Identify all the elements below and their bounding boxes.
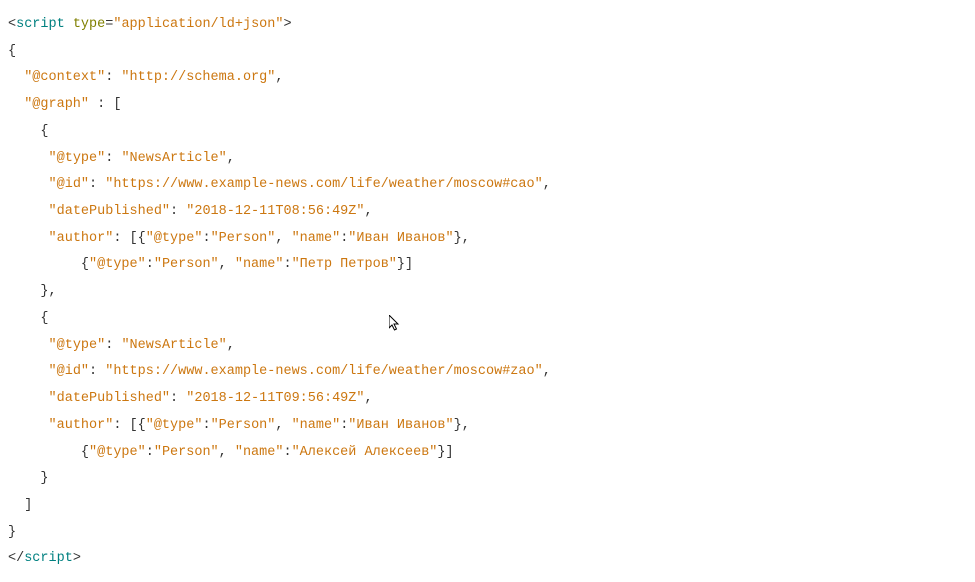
code-line: "@id": "https://www.example-news.com/lif… [8, 177, 551, 192]
code-line: { [8, 124, 49, 139]
code-line: <script type="application/ld+json"> [8, 17, 292, 32]
code-line: "@context": "http://schema.org", [8, 70, 283, 85]
code-line: </script> [8, 551, 81, 566]
code-block: <script type="application/ld+json"> { "@… [8, 12, 967, 573]
code-line: } [8, 525, 16, 540]
code-line: "@type": "NewsArticle", [8, 338, 235, 353]
code-line: "datePublished": "2018-12-11T08:56:49Z", [8, 204, 373, 219]
code-line: "@graph" : [ [8, 97, 121, 112]
code-line: { [8, 44, 16, 59]
code-line: } [8, 471, 49, 486]
code-line: "datePublished": "2018-12-11T09:56:49Z", [8, 391, 373, 406]
code-line: "author": [{"@type":"Person", "name":"Ив… [8, 418, 470, 433]
code-line: ] [8, 498, 32, 513]
code-line: }, [8, 284, 57, 299]
code-line: {"@type":"Person", "name":"Петр Петров"}… [8, 257, 413, 272]
code-line: {"@type":"Person", "name":"Алексей Алекс… [8, 445, 454, 460]
code-line: { [8, 311, 49, 326]
code-line: "author": [{"@type":"Person", "name":"Ив… [8, 231, 470, 246]
code-line: "@id": "https://www.example-news.com/lif… [8, 364, 551, 379]
code-line: "@type": "NewsArticle", [8, 151, 235, 166]
